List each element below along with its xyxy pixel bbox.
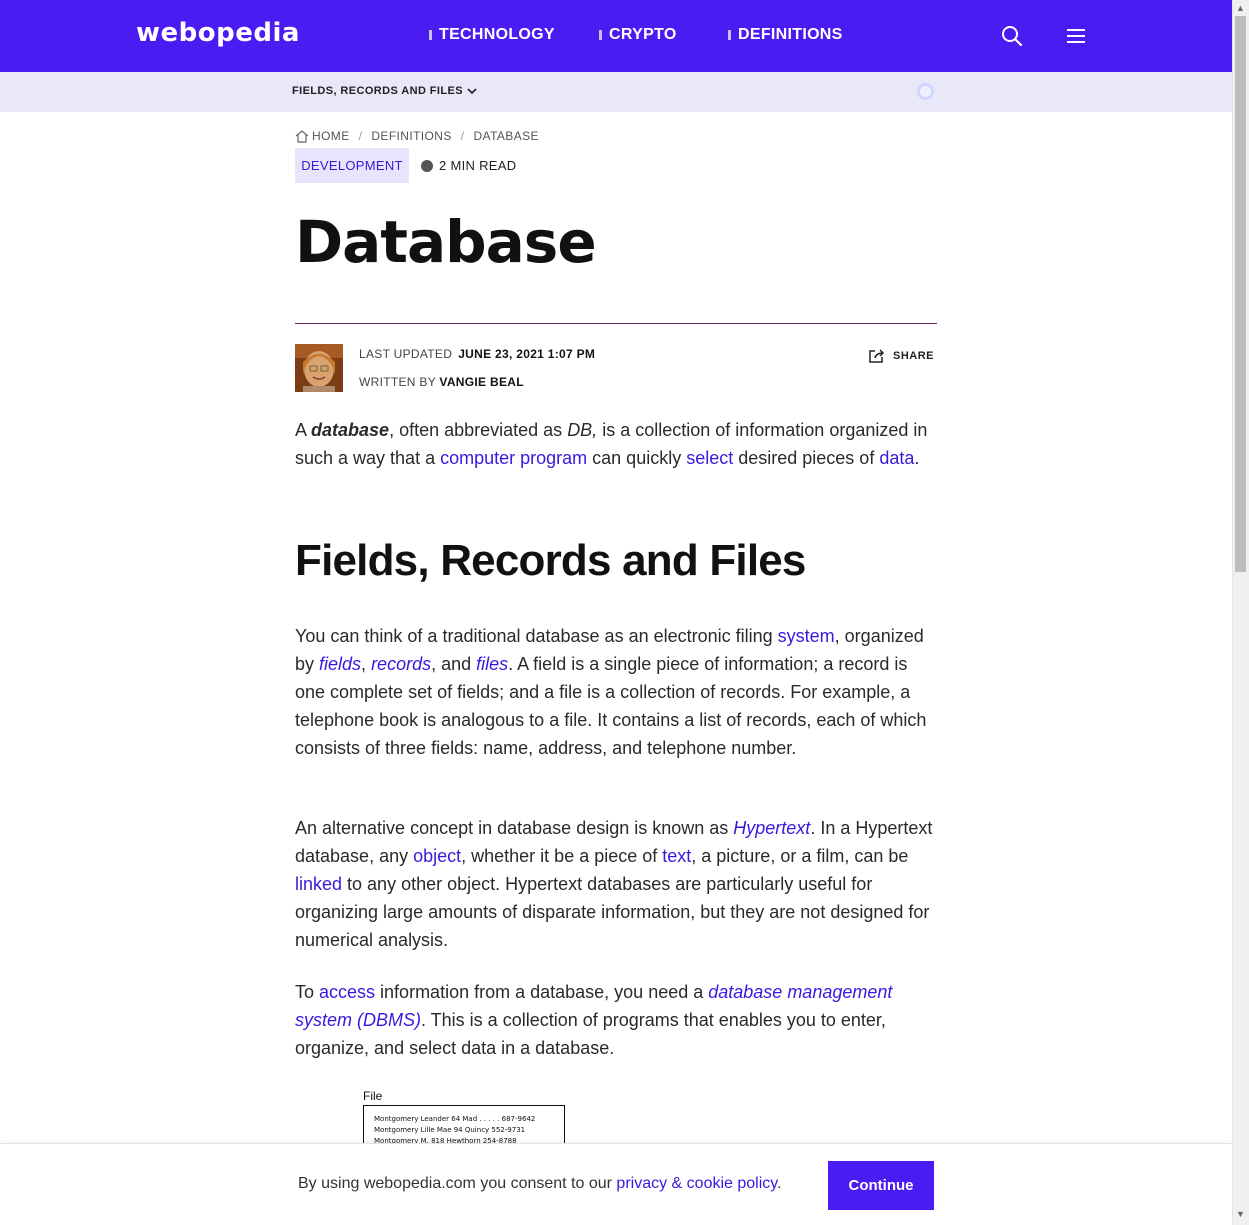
last-updated-label: LAST UPDATED (359, 347, 453, 361)
link-object[interactable]: object (413, 846, 461, 866)
section-dropdown-label: FIELDS, RECORDS AND FILES (292, 85, 463, 97)
text: to any other object. Hypertext databases… (295, 874, 930, 950)
written-by-label: WRITTEN BY (359, 375, 436, 389)
text: A (295, 420, 312, 440)
link-select[interactable]: select (686, 448, 733, 468)
text: information from a database, you need a (375, 982, 709, 1002)
privacy-policy-link[interactable]: privacy & cookie policy (616, 1175, 777, 1192)
figure-row: Montgomery Leander 64 Mad . . . . . 687-… (374, 1115, 536, 1123)
section-heading: Fields, Records and Files (295, 536, 806, 585)
link-data[interactable]: data (879, 448, 914, 468)
text: , a picture, or a film, can be (691, 846, 909, 866)
figure-row: Montgomery Lille Mae 94 Quincy 552-9731 (374, 1126, 526, 1134)
text: An alternative concept in database desig… (295, 818, 734, 838)
text: By using webopedia.com you consent to ou… (298, 1175, 617, 1192)
nav-marker (429, 30, 432, 40)
author-avatar (295, 344, 343, 392)
chevron-down-icon (467, 88, 477, 95)
written-by: WRITTEN BY VANGIE BEAL (359, 375, 524, 389)
breadcrumb-current: DATABASE (473, 129, 539, 143)
breadcrumb-separator: / (460, 129, 465, 143)
paragraph-hypertext: An alternative concept in database desig… (295, 814, 940, 954)
link-records[interactable]: records (371, 654, 431, 674)
breadcrumb-definitions[interactable]: DEFINITIONS (371, 129, 451, 143)
link-hypertext[interactable]: Hypertext (733, 818, 810, 838)
text: You can think of a traditional database … (295, 626, 778, 646)
intro-paragraph: A database, often abbreviated as DB, is … (295, 416, 940, 472)
cookie-message: By using webopedia.com you consent to ou… (298, 1175, 782, 1193)
top-navigation: webopedia TECHNOLOGY CRYPTO DEFINITIONS (0, 0, 1232, 72)
paragraph-fields: You can think of a traditional database … (295, 622, 940, 762)
nav-link-label: TECHNOLOGY (439, 26, 555, 43)
text: desired pieces of (733, 448, 880, 468)
section-dropdown[interactable]: FIELDS, RECORDS AND FILES (292, 85, 477, 97)
link-fields[interactable]: fields (319, 654, 361, 674)
link-linked[interactable]: linked (295, 874, 342, 894)
term-bold: database (311, 420, 390, 440)
share-icon (869, 349, 885, 363)
text: . (777, 1175, 782, 1192)
share-label: SHARE (893, 349, 935, 362)
read-time: 2 MIN READ (421, 158, 516, 173)
nav-link-label: CRYPTO (609, 26, 677, 43)
breadcrumb-separator: / (358, 129, 363, 143)
author-name[interactable]: VANGIE BEAL (439, 375, 523, 389)
nav-marker (599, 30, 602, 40)
hamburger-menu-icon[interactable] (1064, 24, 1088, 48)
section-subbar: FIELDS, RECORDS AND FILES (0, 72, 1232, 112)
continue-button[interactable]: Continue (828, 1161, 934, 1210)
nav-link-crypto[interactable]: CRYPTO (599, 26, 677, 44)
clock-icon (421, 159, 433, 172)
text: can quickly (587, 448, 687, 468)
page-title: Database (295, 208, 597, 276)
scroll-up-arrow-icon[interactable]: ▲ (1236, 3, 1245, 13)
text: , often abbreviated as (389, 420, 568, 440)
share-button[interactable]: SHARE (869, 348, 934, 363)
nav-link-definitions[interactable]: DEFINITIONS (728, 26, 843, 44)
figure-label: File (363, 1089, 383, 1103)
site-logo[interactable]: webopedia (136, 18, 300, 48)
category-badge[interactable]: DEVELOPMENT (295, 148, 409, 183)
link-files[interactable]: files (476, 654, 508, 674)
text: To (295, 982, 320, 1002)
cookie-consent-bar: By using webopedia.com you consent to ou… (0, 1143, 1232, 1225)
paragraph-dbms: To access information from a database, y… (295, 978, 940, 1062)
text: , (361, 654, 372, 674)
reading-progress-icon (917, 83, 934, 100)
link-access[interactable]: access (319, 982, 375, 1002)
last-updated: LAST UPDATED JUNE 23, 2021 1:07 PM (359, 347, 595, 361)
term-italic: DB, (567, 420, 598, 440)
last-updated-value: JUNE 23, 2021 1:07 PM (458, 347, 596, 361)
link-system[interactable]: system (778, 626, 835, 646)
nav-link-technology[interactable]: TECHNOLOGY (429, 26, 555, 44)
read-time-label: 2 MIN READ (439, 158, 517, 173)
title-divider (295, 323, 937, 324)
breadcrumb: HOME / DEFINITIONS / DATABASE (295, 129, 539, 143)
link-computer-program[interactable]: computer program (440, 448, 587, 468)
breadcrumb-home[interactable]: HOME (312, 129, 350, 143)
home-icon (295, 129, 309, 143)
text: , whether it be a piece of (461, 846, 663, 866)
text: . (914, 448, 920, 468)
nav-marker (728, 30, 731, 40)
scrollbar-thumb[interactable] (1235, 16, 1246, 572)
search-icon[interactable] (1000, 24, 1024, 48)
nav-link-label: DEFINITIONS (738, 26, 843, 43)
text: , and (431, 654, 477, 674)
link-text[interactable]: text (662, 846, 691, 866)
scroll-down-arrow-icon[interactable]: ▼ (1236, 1209, 1245, 1219)
